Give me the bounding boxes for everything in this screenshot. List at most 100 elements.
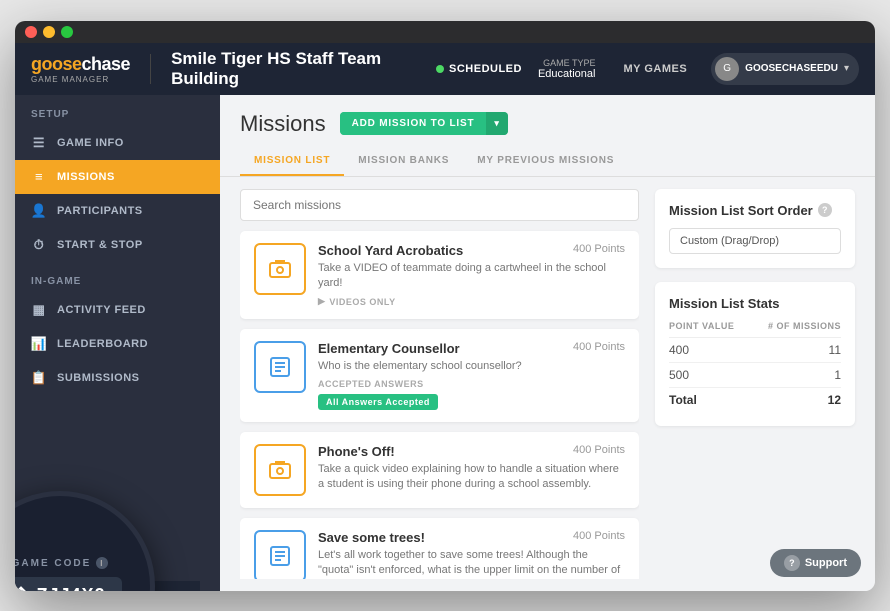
mission-title-row: Save some trees! 400 Points <box>318 530 625 545</box>
mission-name: Save some trees! <box>318 530 425 545</box>
mission-card: Phone's Off! 400 Points Take a quick vid… <box>240 432 639 508</box>
my-games-link[interactable]: MY GAMES <box>623 63 687 75</box>
mission-title-row: School Yard Acrobatics 400 Points <box>318 243 625 258</box>
accepted-answers-label: ACCEPTED ANSWERS <box>318 379 625 389</box>
start-stop-icon: ⏱ <box>31 237 47 253</box>
mission-list: School Yard Acrobatics 400 Points Take a… <box>240 189 639 579</box>
sidebar-item-game-info[interactable]: ☰ GAME INFO <box>15 126 220 160</box>
mission-name: School Yard Acrobatics <box>318 243 463 258</box>
content-body: School Yard Acrobatics 400 Points Take a… <box>220 177 875 591</box>
logo: goosechase Game Manager <box>31 54 130 84</box>
content-header: Missions ADD MISSION TO LIST ▾ <box>220 95 875 137</box>
sort-order-title: Mission List Sort Order ? <box>669 203 841 218</box>
stats-row: 400 11 <box>669 338 841 363</box>
mission-name: Elementary Counsellor <box>318 341 460 356</box>
mission-title-row: Phone's Off! 400 Points <box>318 444 625 459</box>
sidebar-item-leaderboard[interactable]: 📊 LEADERBOARD <box>15 327 220 361</box>
all-answers-badge: All Answers Accepted <box>318 394 438 410</box>
mission-card: Save some trees! 400 Points Let's all wo… <box>240 518 639 579</box>
tab-my-previous-missions[interactable]: MY PREVIOUS MISSIONS <box>463 147 628 176</box>
tab-mission-banks[interactable]: MISSION BANKS <box>344 147 463 176</box>
sidebar-item-label: GAME INFO <box>57 137 124 149</box>
mission-points: 400 Points <box>573 444 625 456</box>
sidebar-item-label: START & STOP <box>57 239 143 251</box>
app: goosechase Game Manager Smile Tiger HS S… <box>15 43 875 591</box>
titlebar <box>15 21 875 43</box>
close-button[interactable] <box>25 26 37 38</box>
game-code-overlay: GAME CODE i ZJJ4X2 <box>15 581 200 591</box>
logo-sub: Game Manager <box>31 75 130 84</box>
sidebar-item-start-stop[interactable]: ⏱ START & STOP <box>15 228 220 262</box>
add-mission-button[interactable]: ADD MISSION TO LIST ▾ <box>340 112 508 135</box>
mission-info: Elementary Counsellor 400 Points Who is … <box>318 341 625 409</box>
game-code-text: ZJJ4X2 <box>36 585 105 591</box>
participants-icon: 👤 <box>31 203 47 219</box>
main-area: Setup ☰ GAME INFO ≡ MISSIONS 👤 PARTICIPA… <box>15 95 875 591</box>
stats-panel: Mission List Stats Point Value # of Miss… <box>655 282 855 426</box>
sidebar-item-submissions[interactable]: 📋 SUBMISSIONS <box>15 361 220 395</box>
ingame-section-label: In-Game <box>15 262 220 293</box>
stat-count: 1 <box>834 368 841 382</box>
game-code-value: ZJJ4X2 <box>15 577 122 591</box>
support-label: Support <box>805 557 847 569</box>
game-type-value: Educational <box>538 68 596 80</box>
mission-desc: Take a VIDEO of teammate doing a cartwhe… <box>318 261 625 292</box>
sort-order-panel: Mission List Sort Order ? Custom (Drag/D… <box>655 189 855 268</box>
mission-thumbnail <box>254 243 306 295</box>
sidebar-item-label: SUBMISSIONS <box>57 372 140 384</box>
mission-desc: Who is the elementary school counsellor? <box>318 359 625 374</box>
sidebar: Setup ☰ GAME INFO ≡ MISSIONS 👤 PARTICIPA… <box>15 95 220 591</box>
nav-divider <box>150 54 151 84</box>
tab-mission-list[interactable]: MISSION LIST <box>240 147 344 176</box>
add-mission-label: ADD MISSION TO LIST <box>340 112 487 135</box>
mission-tag: ▶ VIDEOS ONLY <box>318 296 625 307</box>
mission-thumbnail <box>254 341 306 393</box>
setup-section-label: Setup <box>15 95 220 126</box>
mission-thumbnail <box>254 444 306 496</box>
page-title: Missions <box>240 111 326 137</box>
chevron-down-icon: ▾ <box>844 63 849 74</box>
status-label: SCHEDULED <box>449 63 522 75</box>
sidebar-item-activity-feed[interactable]: ▦ ACTIVITY FEED <box>15 293 220 327</box>
mission-name: Phone's Off! <box>318 444 395 459</box>
stat-points: 500 <box>669 368 689 382</box>
game-code-label: GAME CODE i <box>15 557 108 569</box>
top-navigation: goosechase Game Manager Smile Tiger HS S… <box>15 43 875 95</box>
diamond-icon <box>15 586 31 591</box>
total-label: Total <box>669 393 697 407</box>
user-menu[interactable]: G GOOSECHASEEDU ▾ <box>711 53 859 85</box>
right-panel: Mission List Sort Order ? Custom (Drag/D… <box>655 189 855 579</box>
mission-card: Elementary Counsellor 400 Points Who is … <box>240 329 639 421</box>
search-input[interactable] <box>240 189 639 221</box>
game-info-icon: ☰ <box>31 135 47 151</box>
col-missions: # of Missions <box>768 321 841 331</box>
mission-points: 400 Points <box>573 341 625 353</box>
col-point-value: Point Value <box>669 321 734 331</box>
total-count: 12 <box>828 393 841 407</box>
mission-info: Phone's Off! 400 Points Take a quick vid… <box>318 444 625 493</box>
sidebar-item-missions[interactable]: ≡ MISSIONS <box>15 160 220 194</box>
game-type-label: Game Type <box>543 58 595 68</box>
sidebar-item-label: PARTICIPANTS <box>57 205 143 217</box>
nav-status: SCHEDULED <box>436 63 522 75</box>
mission-points: 400 Points <box>573 530 625 542</box>
game-type: Game Type Educational <box>538 58 596 80</box>
video-icon: ▶ <box>318 296 325 307</box>
user-avatar: G <box>715 57 739 81</box>
stats-header: Point Value # of Missions <box>669 321 841 338</box>
mission-desc: Take a quick video explaining how to han… <box>318 462 625 493</box>
minimize-button[interactable] <box>43 26 55 38</box>
activity-feed-icon: ▦ <box>31 302 47 318</box>
logo-brand: goosechase <box>31 54 130 75</box>
sidebar-item-participants[interactable]: 👤 PARTICIPANTS <box>15 194 220 228</box>
mission-title-row: Elementary Counsellor 400 Points <box>318 341 625 356</box>
sidebar-item-label: ACTIVITY FEED <box>57 304 146 316</box>
game-title: Smile Tiger HS Staff Team Building <box>171 49 420 89</box>
mission-info: School Yard Acrobatics 400 Points Take a… <box>318 243 625 308</box>
sort-select[interactable]: Custom (Drag/Drop) By Points Alphabetica… <box>669 228 841 254</box>
mission-info: Save some trees! 400 Points Let's all wo… <box>318 530 625 579</box>
help-icon[interactable]: ? <box>818 203 832 217</box>
mission-points: 400 Points <box>573 243 625 255</box>
maximize-button[interactable] <box>61 26 73 38</box>
support-button[interactable]: ? Support <box>770 549 861 577</box>
